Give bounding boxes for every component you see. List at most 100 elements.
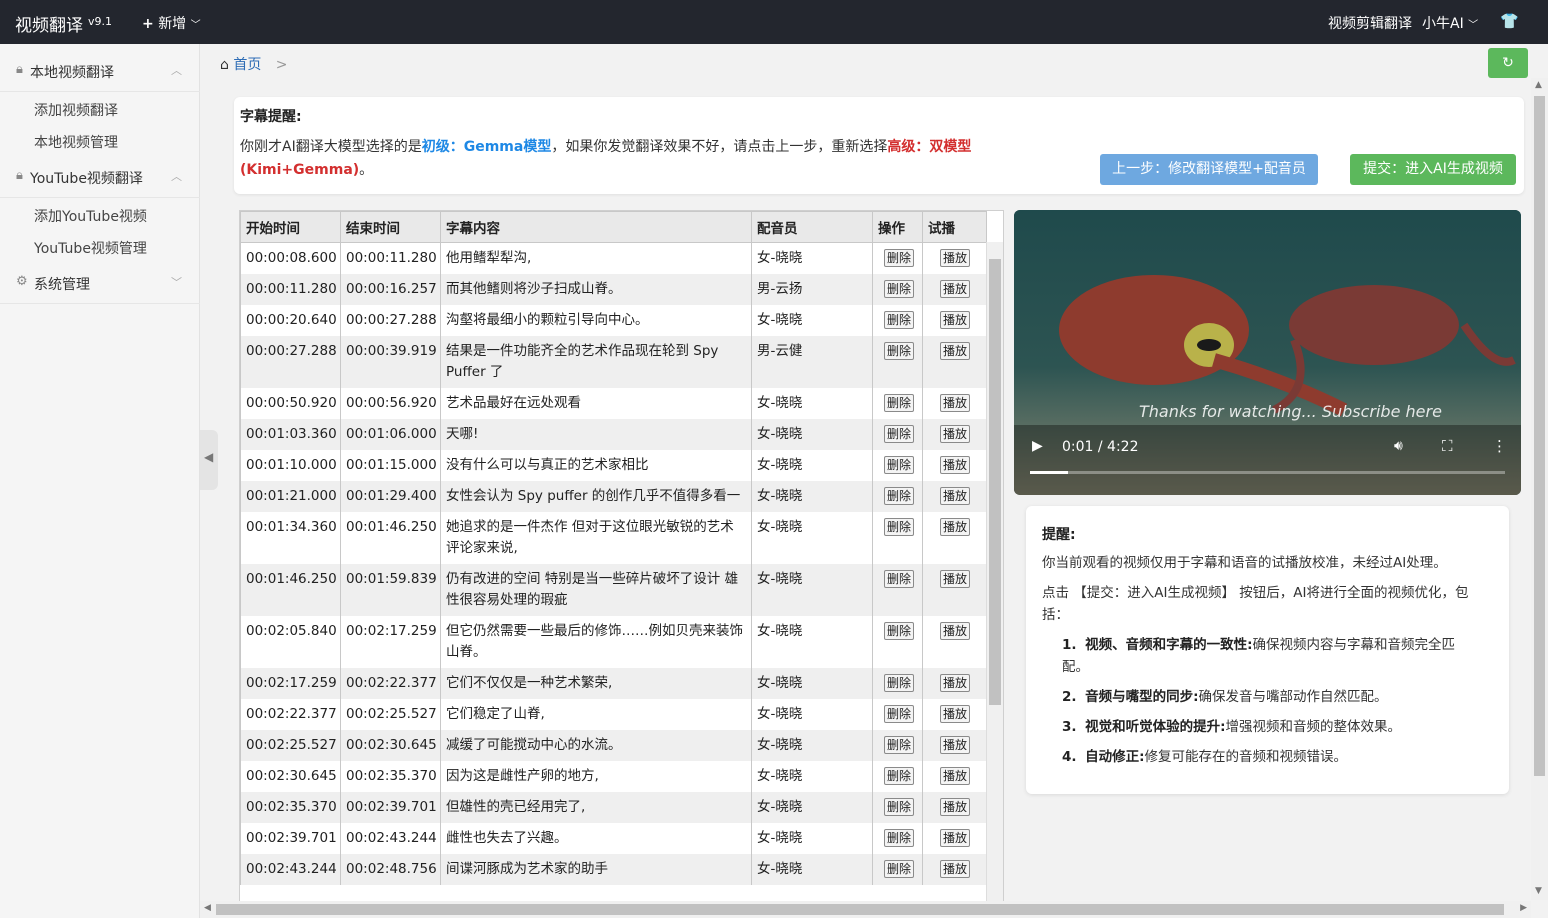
preview-cell: 播放 [922,242,987,274]
notice-text: 你刚才AI翻译大模型选择的是初级：Gemma模型，如果你发觉翻译效果不好，请点击… [240,136,980,182]
delete-button[interactable]: 删除 [884,311,915,329]
play-button[interactable]: 播放 [940,705,971,723]
theme-shirt-icon[interactable]: 👕 [1500,12,1519,30]
start-time-cell: 00:00:27.288 [240,336,341,388]
delete-button[interactable]: 删除 [884,674,915,692]
list-item-heading: 自动修正: [1085,749,1145,765]
preview-cell: 播放 [922,564,987,616]
sidebar-group-local[interactable]: 🔒︎ 本地视频翻译 ︿ [0,50,200,92]
play-button[interactable]: 播放 [940,570,971,588]
delete-button[interactable]: 删除 [884,487,915,505]
voice-actor-cell: 男-云健 [751,336,873,388]
page-scrollbar-thumb[interactable] [1534,96,1545,776]
play-button[interactable]: 播放 [940,487,971,505]
subtitle-table: 开始时间 结束时间 字幕内容 配音员 操作 试播 00:00:08.600 00:… [240,211,987,885]
sidebar-item-add-video[interactable]: 添加视频翻译 [34,100,118,120]
delete-button[interactable]: 删除 [884,425,915,443]
delete-button[interactable]: 删除 [884,860,915,878]
start-time-cell: 00:02:22.377 [240,699,341,730]
column-header: 结束时间 [340,211,441,243]
breadcrumb-home-link[interactable]: 首页 [233,57,261,73]
voice-actor-cell: 女-晓晓 [751,450,873,481]
play-button[interactable]: 播放 [940,394,971,412]
delete-button[interactable]: 删除 [884,798,915,816]
notice-text-part: ，如果你发觉翻译效果不好，请点击上一步，重新选择 [551,139,888,155]
delete-button[interactable]: 删除 [884,518,915,536]
list-item-text: 确保发音与嘴部动作自然匹配。 [1198,689,1388,705]
play-button[interactable]: 播放 [940,798,971,816]
delete-button[interactable]: 删除 [884,342,915,360]
scroll-down-icon[interactable]: ▼ [1535,886,1542,896]
lock-icon: 🔒︎ [16,62,23,77]
reminder-list-item: 3. 视觉和听觉体验的提升:增强视频和音频的整体效果。 [1062,716,1482,738]
volume-icon[interactable]: 🔊︎ [1394,438,1403,454]
preview-cell: 播放 [922,730,987,761]
sidebar-group-label: 系统管理 [34,277,90,293]
action-cell: 删除 [872,242,923,274]
more-options-icon[interactable]: ⋮ [1492,437,1507,455]
delete-button[interactable]: 删除 [884,249,915,267]
action-cell: 删除 [872,564,923,616]
scroll-up-icon[interactable]: ▲ [1535,80,1542,90]
play-button[interactable]: 播放 [940,311,971,329]
page-vertical-scrollbar[interactable]: ▲ ▼ [1531,78,1548,900]
play-button[interactable]: 播放 [940,456,971,474]
play-icon[interactable]: ▶ [1032,438,1043,454]
play-button[interactable]: 播放 [940,342,971,360]
previous-step-button[interactable]: 上一步：修改翻译模型+配音员 [1100,154,1318,185]
table-row: 00:01:46.250 00:01:59.839 仍有改进的空间 特别是当一些碎片… [240,564,987,616]
play-button[interactable]: 播放 [940,518,971,536]
app-brand[interactable]: 视频翻译 [15,11,83,36]
subtitle-notice-panel: 字幕提醒: 你刚才AI翻译大模型选择的是初级：Gemma模型，如果你发觉翻译效果… [234,97,1524,194]
submit-ai-button[interactable]: 提交：进入AI生成视频 [1350,154,1516,185]
play-button[interactable]: 播放 [940,674,971,692]
sidebar-item-youtube-manage[interactable]: YouTube视频管理 [34,238,147,258]
video-progress-bar[interactable] [1030,471,1505,474]
scroll-right-icon[interactable]: ▶ [1520,903,1527,913]
play-button[interactable]: 播放 [940,425,971,443]
list-number: 4. [1062,749,1077,765]
delete-button[interactable]: 删除 [884,767,915,785]
video-player[interactable]: Thanks for watching... Subscribe here ▶ … [1014,210,1521,495]
sidebar-item-local-manage[interactable]: 本地视频管理 [34,132,118,152]
start-time-cell: 00:02:17.259 [240,668,341,699]
preview-cell: 播放 [922,274,987,305]
delete-button[interactable]: 删除 [884,456,915,474]
play-button[interactable]: 播放 [940,767,971,785]
sidebar-group-system[interactable]: ⚙ 系统管理 ﹀ [0,262,200,304]
plus-icon: + [142,16,154,32]
end-time-cell: 00:02:48.756 [340,854,441,885]
sidebar-item-add-youtube[interactable]: 添加YouTube视频 [34,206,147,226]
delete-button[interactable]: 删除 [884,705,915,723]
delete-button[interactable]: 删除 [884,736,915,754]
table-scrollbar[interactable] [986,242,1003,902]
table-row: 00:02:25.527 00:02:30.645 减缓了可能搅动中心的水流。 女-晓… [240,730,987,761]
user-menu[interactable]: 小牛AI ﹀ [1422,13,1478,33]
list-item-heading: 视觉和听觉体验的提升: [1085,719,1226,735]
play-button[interactable]: 播放 [940,736,971,754]
table-scrollbar-thumb[interactable] [989,259,1001,705]
fullscreen-icon[interactable]: ⛶ [1442,437,1453,455]
sidebar-collapse-toggle[interactable]: ◀ [200,430,218,490]
new-menu-button[interactable]: + 新增 ﹀ [142,13,201,33]
delete-button[interactable]: 删除 [884,394,915,412]
refresh-button[interactable]: ↻ [1488,48,1528,78]
action-cell: 删除 [872,730,923,761]
page-horizontal-scrollbar[interactable]: ◀ ▶ [200,901,1531,918]
page-hscroll-thumb[interactable] [216,904,1504,915]
delete-button[interactable]: 删除 [884,829,915,847]
delete-button[interactable]: 删除 [884,622,915,640]
preview-cell: 播放 [922,699,987,730]
sidebar-group-youtube[interactable]: 🔒︎ YouTube视频翻译 ︿ [0,156,200,198]
voice-actor-cell: 女-晓晓 [751,512,873,564]
play-button[interactable]: 播放 [940,622,971,640]
scroll-left-icon[interactable]: ◀ [204,903,211,913]
play-button[interactable]: 播放 [940,860,971,878]
play-button[interactable]: 播放 [940,280,971,298]
action-cell: 删除 [872,388,923,419]
delete-button[interactable]: 删除 [884,570,915,588]
video-edit-translate-link[interactable]: 视频剪辑翻译 [1328,13,1412,33]
delete-button[interactable]: 删除 [884,280,915,298]
play-button[interactable]: 播放 [940,829,971,847]
play-button[interactable]: 播放 [940,249,971,267]
